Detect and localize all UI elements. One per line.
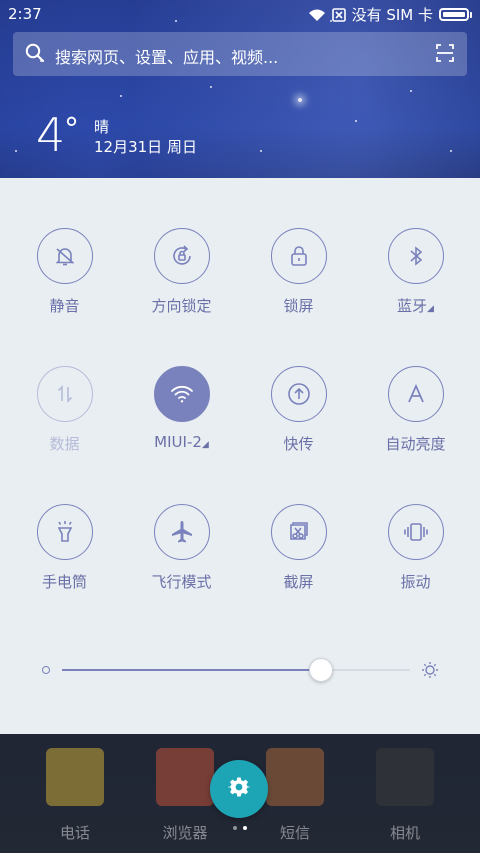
toggle-auto-brightness[interactable]: 自动亮度 — [357, 366, 474, 486]
status-bar: 2:37 没有 SIM 卡 — [0, 0, 480, 28]
search-icon — [25, 43, 45, 67]
toggle-label: 振动 — [400, 573, 431, 591]
star — [410, 90, 412, 92]
weather-date: 12月31日 周日 — [94, 138, 197, 156]
gear-icon — [228, 776, 250, 802]
toggle-screenshot[interactable]: 截屏 — [240, 504, 357, 624]
dock-label: 相机 — [389, 824, 420, 842]
quick-settings-panel: 静音 方向锁定 锁屏 蓝牙◢ 数据 MIUI-2◢ 快传 自动亮度 手电筒 飞行… — [0, 178, 480, 734]
toggle-vibrate[interactable]: 振动 — [357, 504, 474, 624]
rotation-lock-icon — [153, 228, 210, 284]
star — [210, 86, 212, 88]
toggle-label: 蓝牙◢ — [357, 295, 474, 316]
toggle-label: 飞行模式 — [151, 573, 212, 591]
brightness-fill — [62, 669, 320, 671]
page-dot — [233, 826, 237, 830]
toggle-label: MIUI-2◢ — [123, 433, 240, 451]
submenu-indicator-icon: ◢ — [427, 304, 434, 314]
toggle-mute[interactable]: 静音 — [6, 228, 123, 348]
toggle-quick-transfer[interactable]: 快传 — [240, 366, 357, 486]
toggle-flashlight[interactable]: 手电筒 — [6, 504, 123, 624]
sim-status-text: 没有 SIM 卡 — [351, 6, 433, 24]
star — [450, 150, 452, 152]
battery-tip — [470, 11, 472, 18]
wifi-signal-icon — [308, 8, 326, 22]
submenu-indicator-icon: ◢ — [201, 440, 209, 450]
toggle-airplane-mode[interactable]: 飞行模式 — [123, 504, 240, 624]
bell-off-icon — [36, 228, 93, 284]
toggle-label: 方向锁定 — [151, 297, 212, 315]
toggle-label: 静音 — [49, 297, 80, 315]
messages-app-icon[interactable] — [266, 748, 324, 806]
airplane-icon — [153, 504, 210, 560]
mobile-data-icon — [36, 366, 93, 422]
weather-condition: 晴 — [94, 118, 110, 136]
toggle-label: 数据 — [49, 435, 80, 453]
toggle-label: 手电筒 — [41, 573, 87, 591]
star — [355, 120, 357, 122]
settings-button[interactable] — [210, 760, 268, 818]
brightness-thumb[interactable] — [308, 658, 333, 682]
dock-label: 短信 — [279, 824, 310, 842]
toggle-label-text: MIUI-2 — [154, 433, 202, 451]
toggle-label: 锁屏 — [283, 297, 314, 315]
star — [120, 95, 122, 97]
weather-degree: ° — [64, 112, 79, 147]
dock-label: 电话 — [59, 824, 90, 842]
bluetooth-icon — [387, 228, 444, 284]
page-indicator — [233, 826, 247, 830]
page-dot-active — [243, 826, 247, 830]
screenshot-icon — [270, 504, 327, 560]
weather-temperature: 4 — [36, 108, 66, 162]
browser-app-icon[interactable] — [156, 748, 214, 806]
toggle-rotation-lock[interactable]: 方向锁定 — [123, 228, 240, 348]
brightness-high-icon — [421, 661, 439, 683]
star — [260, 150, 262, 152]
camera-app-icon[interactable] — [376, 748, 434, 806]
toggle-label: 自动亮度 — [385, 435, 446, 453]
vibrate-icon — [387, 504, 444, 560]
toggle-lock-screen[interactable]: 锁屏 — [240, 228, 357, 348]
auto-brightness-icon — [387, 366, 444, 422]
search-input[interactable]: 搜索网页、设置、应用、视频... — [55, 44, 278, 68]
brightness-low-icon — [42, 666, 50, 674]
dock-label: 浏览器 — [162, 824, 208, 842]
toggle-mobile-data[interactable]: 数据 — [6, 366, 123, 486]
star — [15, 150, 17, 152]
flashlight-icon — [36, 504, 93, 560]
toggle-label: 快传 — [283, 435, 314, 453]
scan-icon[interactable] — [435, 43, 455, 67]
no-sim-icon — [331, 7, 346, 22]
battery-icon — [439, 8, 469, 21]
toggle-bluetooth[interactable]: 蓝牙◢ — [357, 228, 474, 348]
status-time: 2:37 — [8, 5, 42, 23]
star — [298, 98, 302, 102]
toggle-label-text: 蓝牙 — [397, 297, 428, 315]
wifi-icon — [153, 366, 210, 422]
upload-icon — [270, 366, 327, 422]
phone-app-icon[interactable] — [46, 748, 104, 806]
toggle-label: 截屏 — [283, 573, 314, 591]
search-bar[interactable]: 搜索网页、设置、应用、视频... — [13, 32, 467, 76]
brightness-track[interactable] — [62, 669, 410, 671]
lock-icon — [270, 228, 327, 284]
toggle-wifi[interactable]: MIUI-2◢ — [123, 366, 240, 486]
